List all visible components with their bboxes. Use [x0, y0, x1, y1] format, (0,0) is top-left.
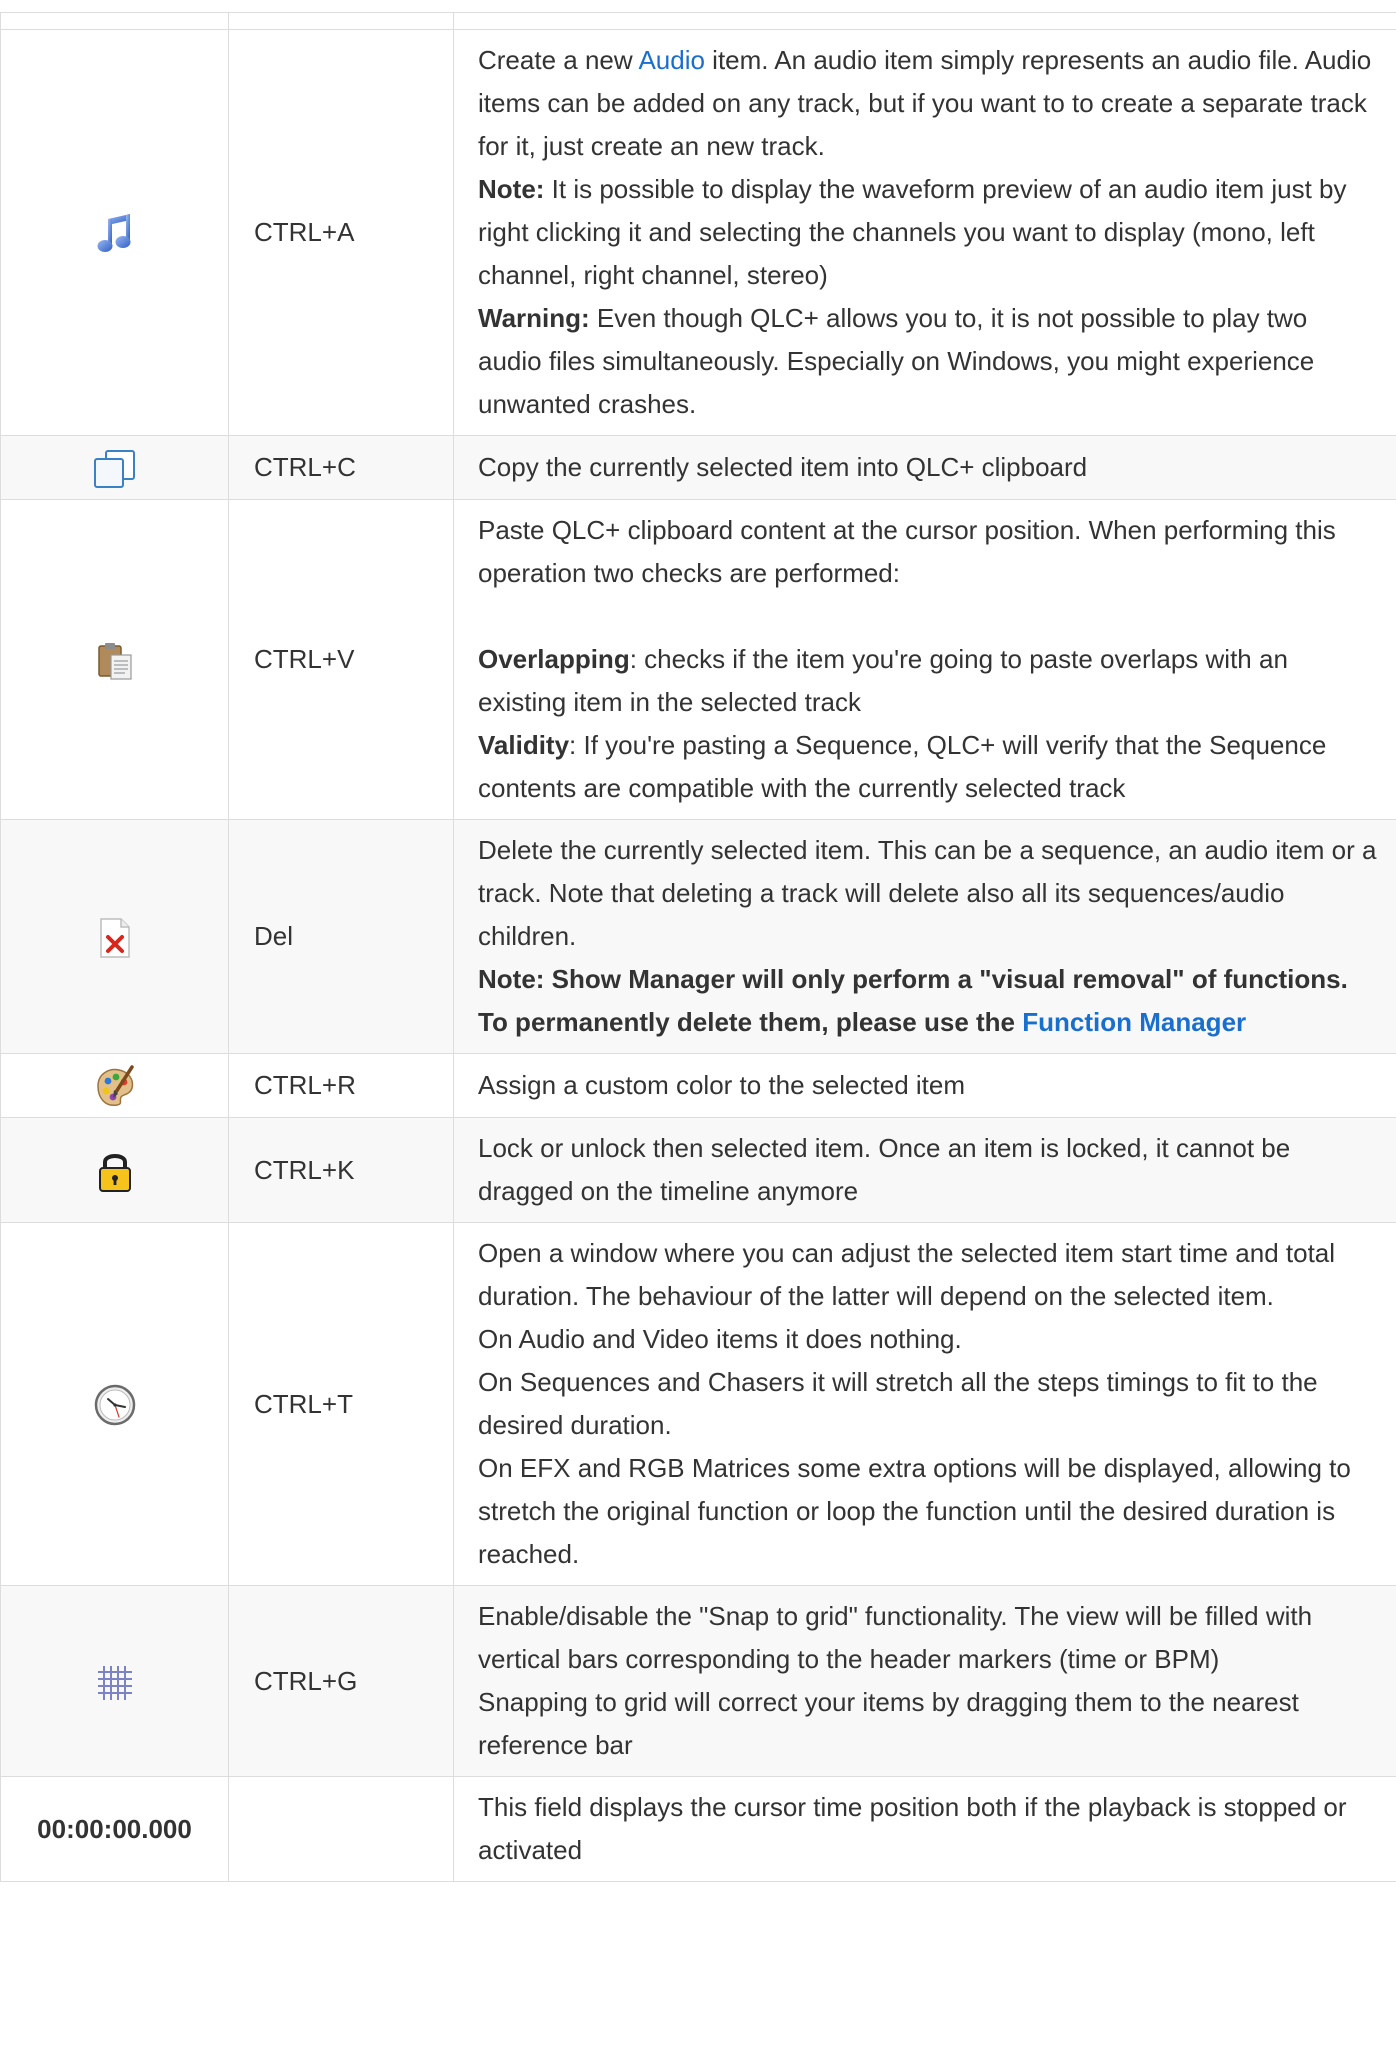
icon-cell — [1, 30, 229, 436]
color-palette-icon — [92, 1064, 138, 1108]
validity-text: : If you're pasting a Sequence, QLC+ wil… — [478, 730, 1326, 803]
description-text: Enable/disable the "Snap to grid" functi… — [478, 1601, 1312, 1674]
lock-icon — [97, 1149, 133, 1193]
description-text: Paste QLC+ clipboard content at the curs… — [478, 515, 1336, 588]
shortcut-cell: CTRL+T — [229, 1223, 454, 1586]
description-text: Open a window where you can adjust the s… — [478, 1238, 1335, 1311]
description-cell — [454, 13, 1396, 30]
table-row: Del Delete the currently selected item. … — [1, 820, 1396, 1054]
table-row — [1, 13, 1396, 30]
icon-cell — [1, 13, 229, 30]
description-cell: Delete the currently selected item. This… — [454, 820, 1396, 1054]
warning-text: Even though QLC+ allows you to, it is no… — [478, 303, 1314, 419]
cursor-time-label: 00:00:00.000 — [1, 1777, 229, 1882]
shortcut-cell — [229, 1777, 454, 1882]
shortcut-cell: Del — [229, 820, 454, 1054]
description-text: On Sequences and Chasers it will stretch… — [478, 1367, 1318, 1440]
table-row: 00:00:00.000 This field displays the cur… — [1, 1777, 1396, 1882]
shortcut-cell: CTRL+G — [229, 1586, 454, 1777]
table-row: CTRL+V Paste QLC+ clipboard content at t… — [1, 500, 1396, 820]
icon-cell — [1, 436, 229, 500]
description-cell: Paste QLC+ clipboard content at the curs… — [454, 500, 1396, 820]
table-row: CTRL+G Enable/disable the "Snap to grid"… — [1, 1586, 1396, 1777]
music-note-icon — [95, 211, 135, 255]
description-cell: Copy the currently selected item into QL… — [454, 436, 1396, 500]
shortcut-cell: CTRL+K — [229, 1118, 454, 1223]
clock-icon — [94, 1384, 136, 1426]
description-text: Delete the currently selected item. This… — [478, 835, 1376, 951]
audio-link[interactable]: Audio — [638, 45, 705, 75]
note-text: It is possible to display the waveform p… — [478, 174, 1347, 290]
shortcut-cell: CTRL+A — [229, 30, 454, 436]
table-row: CTRL+T Open a window where you can adjus… — [1, 1223, 1396, 1586]
table-row: CTRL+A Create a new Audio item. An audio… — [1, 30, 1396, 436]
shortcut-cell: CTRL+R — [229, 1054, 454, 1118]
shortcut-cell: CTRL+V — [229, 500, 454, 820]
icon-cell — [1, 820, 229, 1054]
shortcuts-table: CTRL+A Create a new Audio item. An audio… — [0, 12, 1396, 1882]
icon-cell — [1, 1223, 229, 1586]
description-cell: This field displays the cursor time posi… — [454, 1777, 1396, 1882]
description-text: On EFX and RGB Matrices some extra optio… — [478, 1453, 1351, 1569]
icon-cell — [1, 1054, 229, 1118]
table-row: CTRL+R Assign a custom color to the sele… — [1, 1054, 1396, 1118]
function-manager-link[interactable]: Function Manager — [1022, 1007, 1246, 1037]
icon-cell — [1, 500, 229, 820]
grid-icon — [95, 1663, 135, 1703]
shortcut-cell — [229, 13, 454, 30]
description-text: Snapping to grid will correct your items… — [478, 1687, 1299, 1760]
table-row: CTRL+K Lock or unlock then selected item… — [1, 1118, 1396, 1223]
description-cell: Enable/disable the "Snap to grid" functi… — [454, 1586, 1396, 1777]
overlapping-label: Overlapping — [478, 644, 630, 674]
shortcut-cell: CTRL+C — [229, 436, 454, 500]
copy-icon — [92, 449, 138, 489]
warning-label: Warning: — [478, 303, 590, 333]
note-label: Note: — [478, 174, 544, 204]
validity-label: Validity — [478, 730, 569, 760]
icon-cell — [1, 1586, 229, 1777]
table-row: CTRL+C Copy the currently selected item … — [1, 436, 1396, 500]
description-cell: Lock or unlock then selected item. Once … — [454, 1118, 1396, 1223]
description-cell: Assign a custom color to the selected it… — [454, 1054, 1396, 1118]
paste-icon — [95, 640, 135, 682]
icon-cell — [1, 1118, 229, 1223]
description-text: On Audio and Video items it does nothing… — [478, 1324, 962, 1354]
delete-icon — [97, 917, 133, 959]
description-cell: Open a window where you can adjust the s… — [454, 1223, 1396, 1586]
description-cell: Create a new Audio item. An audio item s… — [454, 30, 1396, 436]
description-text: Create a new — [478, 45, 638, 75]
